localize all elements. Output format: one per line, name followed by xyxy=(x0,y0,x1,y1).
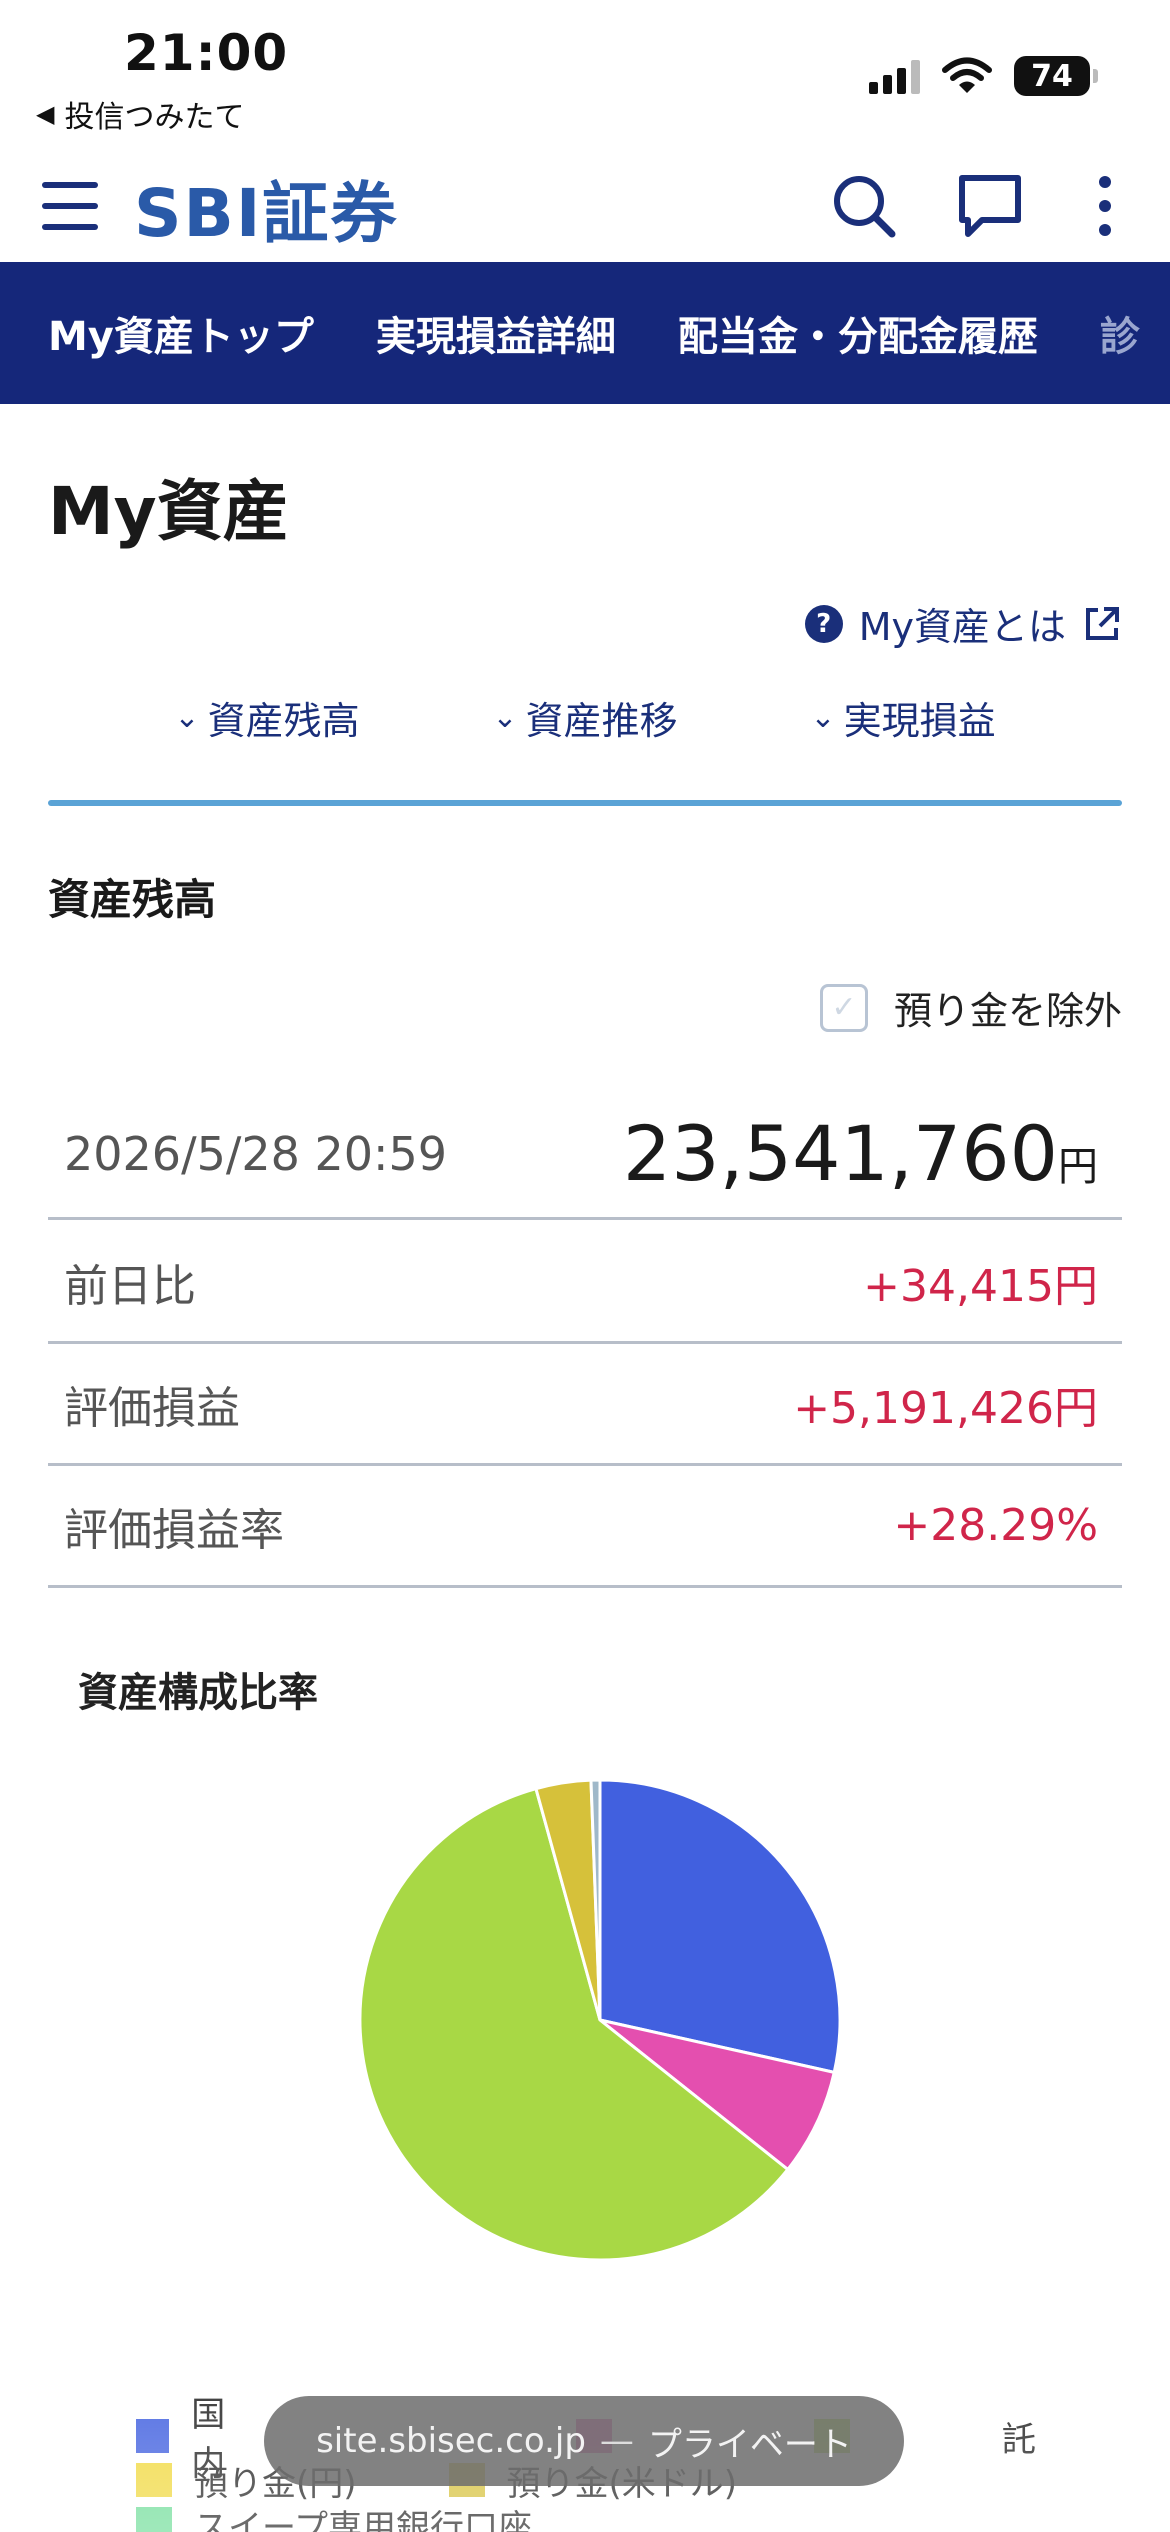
stat-value: +5,191,426円 xyxy=(793,1382,1098,1434)
stat-row-unrealized-pl-rate: 評価損益率 +28.29% xyxy=(48,1466,1122,1588)
stat-row-unrealized-pl: 評価損益 +5,191,426円 xyxy=(48,1344,1122,1466)
status-bar: 21:00 ◀ 投信つみたて 74 xyxy=(0,0,1170,150)
help-link-label: My資産とは xyxy=(858,605,1066,649)
legend-label: 託 xyxy=(1002,2419,1036,2460)
exclude-deposit-checkbox[interactable]: ✓ xyxy=(819,983,868,1032)
legend-label: スイープ専用銀行口座 xyxy=(194,2507,532,2532)
tab-dividend-history[interactable]: 配当金・分配金履歴 xyxy=(630,304,1052,362)
legend-swatch xyxy=(136,2463,172,2497)
page-title: My資産 xyxy=(48,473,289,550)
legend-item[interactable]: スイープ専用銀行口座 xyxy=(136,2500,532,2532)
jump-asset-balance[interactable]: ⌄ 資産残高 xyxy=(174,690,359,745)
status-time: 21:00 xyxy=(124,24,289,82)
section-link-label: 資産推移 xyxy=(525,699,678,743)
browser-url-pill[interactable]: site.sbisec.co.jp — プライベート xyxy=(264,2396,904,2486)
sbi-logo[interactable]: SBI証券 xyxy=(134,160,398,256)
stat-label: 評価損益 xyxy=(64,1382,240,1434)
chevron-down-icon: ⌄ xyxy=(810,700,836,735)
stat-row-day-change: 前日比 +34,415円 xyxy=(48,1222,1122,1344)
battery-icon: 74 xyxy=(1014,56,1098,96)
legend-row: スイープ専用銀行口座 xyxy=(136,2502,1036,2532)
back-app-label: 投信つみたて xyxy=(64,100,245,135)
balance-total-value: 23,541,760 xyxy=(622,1109,1058,1198)
jump-asset-trend[interactable]: ⌄ 資産推移 xyxy=(492,690,677,745)
balance-currency: 円 xyxy=(1058,1144,1098,1190)
section-link-label: 実現損益 xyxy=(843,699,996,743)
browser-url: site.sbisec.co.jp xyxy=(316,2421,586,2461)
back-triangle-icon: ◀ xyxy=(36,100,55,128)
help-link[interactable]: ? My資産とは xyxy=(804,596,1122,651)
stat-value: +28.29% xyxy=(893,1500,1098,1551)
cellular-signal-icon xyxy=(869,58,920,94)
more-vertical-icon[interactable] xyxy=(1080,168,1130,244)
chart-title: 資産構成比率 xyxy=(78,1670,318,1716)
tab-my-assets-top[interactable]: My資産トップ xyxy=(0,304,328,362)
section-link-label: 資産残高 xyxy=(207,699,360,743)
nav-tabs: My資産トップ 実現損益詳細 配当金・分配金履歴 診 xyxy=(0,262,1170,404)
back-to-app-link[interactable]: ◀ 投信つみたて xyxy=(36,92,244,136)
balance-heading: 資産残高 xyxy=(48,875,217,924)
app-header: SBI証券 xyxy=(0,150,1170,262)
menu-icon[interactable] xyxy=(42,178,98,234)
stat-label: 評価損益率 xyxy=(64,1504,284,1556)
search-icon[interactable] xyxy=(826,168,902,244)
chevron-down-icon: ⌄ xyxy=(174,700,200,735)
pie-chart xyxy=(358,1778,842,2262)
jump-realized-pl[interactable]: ⌄ 実現損益 xyxy=(810,690,995,745)
battery-level: 74 xyxy=(1031,58,1073,94)
tab-diagnosis[interactable]: 診 xyxy=(1052,304,1154,362)
chevron-down-icon: ⌄ xyxy=(492,700,518,735)
browser-mode: プライベート xyxy=(647,2424,852,2465)
balance-total: 23,541,760円 xyxy=(623,1109,1098,1198)
wifi-icon xyxy=(942,57,992,93)
browser-separator: — xyxy=(599,2421,634,2461)
section-divider xyxy=(48,800,1122,806)
tab-realized-pl-detail[interactable]: 実現損益詳細 xyxy=(328,304,630,362)
external-link-icon xyxy=(1086,606,1119,640)
chat-icon[interactable] xyxy=(952,168,1028,244)
legend-swatch xyxy=(136,2507,172,2532)
stat-label: 前日比 xyxy=(64,1260,196,1312)
stat-value: +34,415円 xyxy=(863,1260,1098,1312)
exclude-deposit-toggle[interactable]: ✓ 預り金を除外 xyxy=(819,980,1122,1035)
exclude-deposit-label: 預り金を除外 xyxy=(893,989,1122,1033)
section-links: ⌄ 資産残高 ⌄ 資産推移 ⌄ 実現損益 xyxy=(48,690,1122,745)
help-question-icon: ? xyxy=(804,604,843,643)
status-icons: 74 xyxy=(869,56,1098,96)
balance-datetime: 2026/5/28 20:59 xyxy=(64,1126,448,1181)
asset-composition-pie xyxy=(340,1760,860,2280)
legend-swatch xyxy=(136,2419,170,2453)
balance-total-row: 2026/5/28 20:59 23,541,760円 xyxy=(48,1090,1122,1220)
